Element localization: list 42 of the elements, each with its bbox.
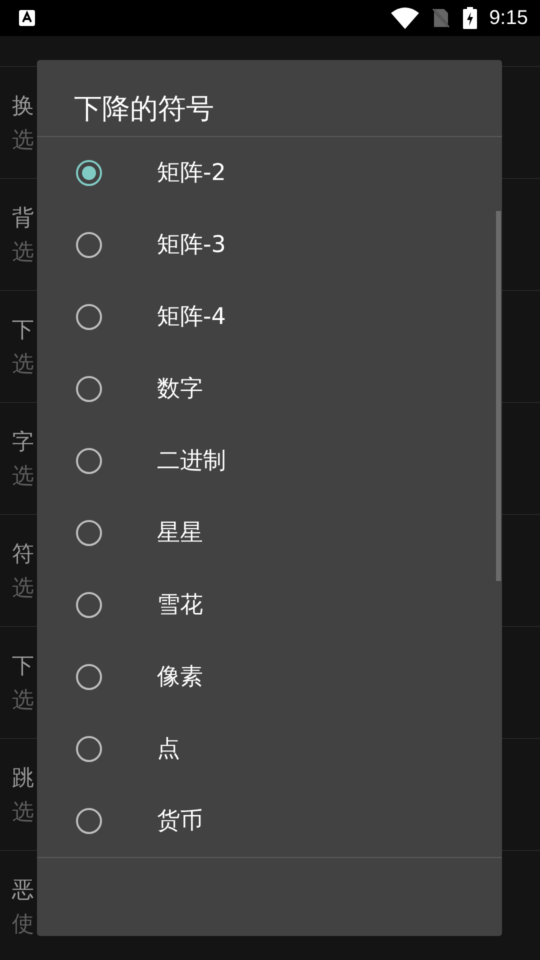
wifi-icon xyxy=(391,7,420,29)
option-item[interactable]: 雪花 xyxy=(37,568,502,641)
setting-summary: 选 xyxy=(12,462,35,490)
radio-button[interactable] xyxy=(76,448,102,474)
dialog-title: 下降的符号 xyxy=(37,60,502,137)
option-item[interactable]: 星星 xyxy=(37,496,502,569)
setting-title: 字 xyxy=(12,428,35,456)
setting-title: 恶 xyxy=(12,876,35,904)
radio-button[interactable] xyxy=(76,232,102,258)
radio-button[interactable] xyxy=(76,736,102,762)
radio-button[interactable] xyxy=(76,808,102,834)
no-sim-icon xyxy=(431,7,452,29)
text-notification-icon xyxy=(18,9,36,27)
setting-title: 跳 xyxy=(12,764,35,792)
setting-summary: 选 xyxy=(12,686,35,714)
option-item[interactable]: 货币 xyxy=(37,784,502,857)
setting-title: 下 xyxy=(12,652,35,680)
radio-button[interactable] xyxy=(76,592,102,618)
setting-summary: 选 xyxy=(12,126,35,154)
setting-summary: 选 xyxy=(12,350,35,378)
setting-summary: 选 xyxy=(12,798,35,826)
option-item[interactable]: 二进制 xyxy=(37,424,502,497)
radio-button[interactable] xyxy=(76,520,102,546)
option-item[interactable]: 矩阵-3 xyxy=(37,208,502,281)
option-item[interactable]: 矩阵-4 xyxy=(37,280,502,353)
setting-title: 符 xyxy=(12,540,35,568)
radio-button[interactable] xyxy=(76,160,102,186)
setting-summary: 选 xyxy=(12,574,35,602)
setting-summary: 使 xyxy=(12,910,35,938)
setting-title: 下 xyxy=(12,316,35,344)
radio-button[interactable] xyxy=(76,376,102,402)
radio-button[interactable] xyxy=(76,664,102,690)
option-item[interactable]: 点 xyxy=(37,712,502,785)
setting-summary: 选 xyxy=(12,238,35,266)
option-item[interactable]: 数字 xyxy=(37,352,502,425)
battery-charging-icon xyxy=(463,7,478,29)
setting-title: 背 xyxy=(12,204,35,232)
option-item[interactable]: 矩阵-2 xyxy=(37,136,502,209)
status-time: 9:15 xyxy=(489,6,528,30)
radio-button[interactable] xyxy=(76,304,102,330)
setting-title: 换 xyxy=(12,92,35,120)
option-item[interactable]: 像素 xyxy=(37,640,502,713)
